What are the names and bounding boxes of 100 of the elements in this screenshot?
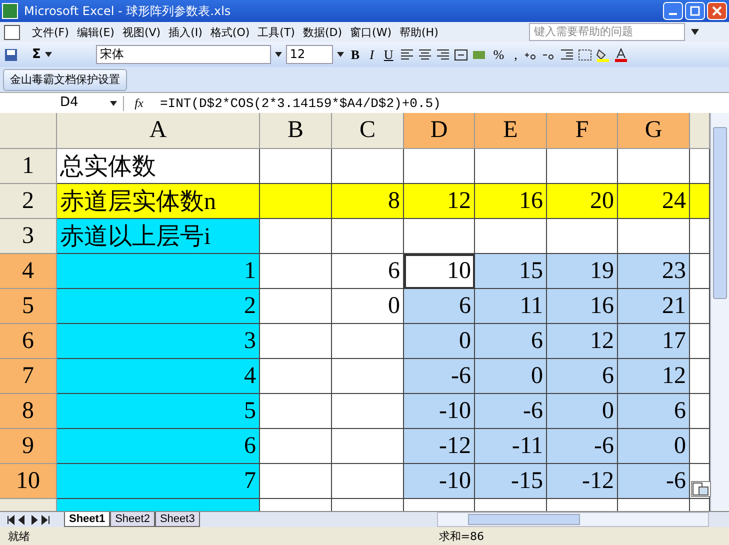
column-header[interactable]: C — [332, 113, 404, 149]
table-cell: 12 — [404, 184, 475, 219]
indent-icon[interactable] — [560, 48, 574, 60]
menu-item[interactable]: 插入(I) — [164, 24, 206, 40]
row-header[interactable]: 2 — [0, 184, 57, 219]
menu-item[interactable]: 窗口(W) — [346, 24, 396, 40]
sheet-tab[interactable]: Sheet2 — [110, 512, 155, 527]
menu-item[interactable]: 数据(D) — [298, 24, 346, 40]
bold-button[interactable]: B — [348, 46, 363, 62]
table-cell: 4 — [57, 359, 260, 394]
merge-center-icon[interactable] — [454, 48, 468, 60]
caret-icon[interactable] — [274, 52, 282, 57]
table-cell: 1 — [57, 254, 260, 289]
caret-icon[interactable] — [336, 52, 344, 57]
row-header[interactable]: 6 — [0, 324, 57, 359]
help-search-field[interactable]: 键入需要帮助的问题 — [529, 23, 685, 41]
table-cell: 0 — [475, 359, 547, 394]
table-cell: 16 — [547, 289, 618, 324]
paste-options-icon[interactable] — [691, 481, 711, 497]
row-header[interactable]: 7 — [0, 359, 57, 394]
table-cell: 0 — [404, 324, 475, 359]
minimize-icon[interactable] — [663, 2, 683, 20]
row-header[interactable]: 3 — [0, 219, 57, 254]
horizontal-scrollbar[interactable] — [437, 512, 709, 527]
name-box[interactable]: D4 — [0, 94, 110, 112]
menu-item[interactable]: 工具(T) — [254, 24, 299, 40]
table-cell: -10 — [404, 394, 475, 429]
fill-color-icon[interactable] — [596, 48, 610, 62]
borders-icon[interactable] — [578, 48, 592, 60]
column-header[interactable]: B — [260, 113, 332, 149]
table-cell: -6 — [618, 464, 690, 499]
font-size-field[interactable]: 12 — [286, 45, 333, 64]
sum-readout: 求和=86 — [438, 528, 484, 544]
table-cell: 7 — [57, 464, 260, 499]
table-cell — [260, 289, 332, 324]
caret-icon[interactable] — [44, 52, 52, 57]
column-header[interactable]: D — [404, 113, 475, 149]
column-header[interactable]: F — [547, 113, 618, 149]
sheet-tab[interactable]: Sheet1 — [64, 512, 110, 527]
font-name-field[interactable]: 宋体 — [96, 45, 271, 64]
percent-button[interactable]: % — [490, 46, 508, 62]
align-right-icon[interactable] — [436, 48, 450, 60]
menu-item[interactable]: 视图(V) — [118, 24, 165, 40]
column-header[interactable]: G — [618, 113, 690, 149]
align-center-icon[interactable] — [418, 48, 432, 60]
table-cell: 0 — [547, 394, 618, 429]
column-header[interactable]: E — [475, 113, 547, 149]
sheet-tab[interactable]: Sheet3 — [154, 512, 200, 527]
row-header[interactable]: 1 — [0, 149, 57, 184]
close-icon[interactable] — [707, 2, 727, 20]
row-header[interactable]: 4 — [0, 254, 57, 289]
menu-item[interactable]: 格式(O) — [206, 24, 254, 40]
table-cell — [260, 254, 332, 289]
row-header[interactable]: 8 — [0, 394, 57, 429]
function-button[interactable]: fx — [123, 96, 154, 110]
caret-icon[interactable] — [110, 100, 117, 106]
table-cell: 0 — [618, 429, 690, 464]
underline-button[interactable]: U — [380, 46, 396, 62]
menu-item[interactable]: 帮助(H) — [396, 24, 442, 40]
save-icon[interactable] — [4, 48, 18, 62]
table-cell: 2 — [57, 289, 260, 324]
table-cell: 8 — [332, 184, 404, 219]
table-cell: 19 — [547, 254, 618, 289]
table-cell: 6 — [618, 394, 690, 429]
table-cell: 12 — [547, 324, 618, 359]
font-color-icon[interactable] — [614, 48, 628, 62]
document-protection-button[interactable]: 金山毒霸文档保护设置 — [3, 68, 127, 90]
table-cell — [260, 359, 332, 394]
menu-item[interactable]: 编辑(E) — [72, 24, 118, 40]
autosum-button[interactable]: Σ — [32, 47, 41, 62]
table-cell: 6 — [404, 289, 475, 324]
table-cell: 赤道层实体数n — [57, 184, 260, 219]
status-text: 就绪 — [8, 528, 30, 544]
table-cell: -10 — [404, 464, 475, 499]
table-cell: 6 — [475, 324, 547, 359]
table-cell: -6 — [404, 359, 475, 394]
table-cell: -15 — [475, 464, 547, 499]
menu-item[interactable]: 文件(F) — [28, 24, 73, 40]
row-header[interactable]: 5 — [0, 289, 57, 324]
vertical-scrollbar[interactable] — [710, 113, 729, 511]
table-cell: 15 — [475, 254, 547, 289]
table-cell: 20 — [547, 184, 618, 219]
table-cell: 赤道以上层号i — [57, 219, 260, 254]
row-header[interactable]: 10 — [0, 464, 57, 499]
formula-field[interactable]: =INT(D$2*COS(2*3.14159*$A4/D$2)+0.5) — [154, 96, 729, 110]
table-cell: 23 — [618, 254, 690, 289]
caret-icon[interactable] — [691, 29, 699, 35]
italic-button[interactable]: I — [366, 46, 377, 62]
maximize-icon[interactable] — [685, 2, 705, 20]
table-cell: 3 — [57, 324, 260, 359]
table-cell: -6 — [475, 394, 547, 429]
excel-icon — [2, 3, 18, 19]
comma-button[interactable]: , — [511, 46, 520, 62]
column-header[interactable]: A — [57, 113, 260, 149]
row-header[interactable]: 9 — [0, 429, 57, 464]
table-cell: -11 — [475, 429, 547, 464]
align-left-icon[interactable] — [400, 48, 414, 60]
table-cell — [260, 464, 332, 499]
table-cell — [260, 394, 332, 429]
table-cell: -12 — [547, 464, 618, 499]
